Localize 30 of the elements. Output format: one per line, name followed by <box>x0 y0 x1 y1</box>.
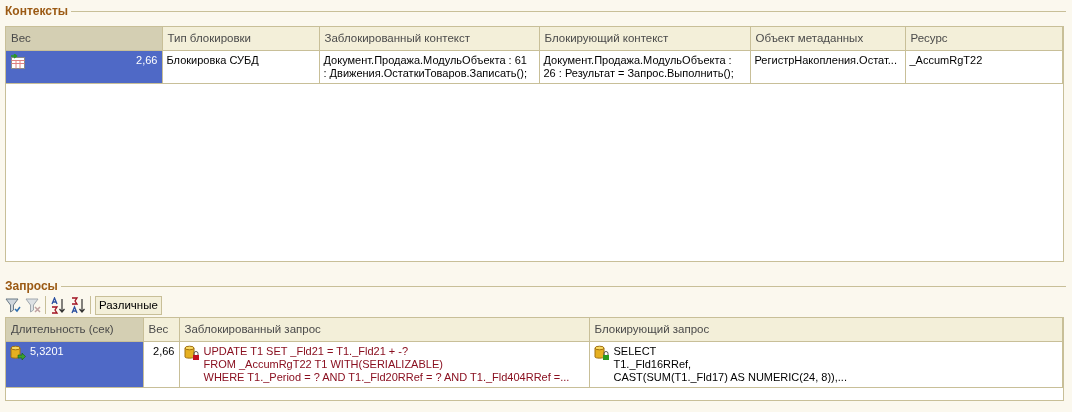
table-cell: 2,66 <box>153 345 175 359</box>
table-cell: Документ.Продажа.МодульОбъекта : 61 : Движения.ОстаткиТоваров.Записать(); <box>323 54 527 81</box>
column-header: Блокирующий запрос <box>589 318 1063 342</box>
column-header: Длительность (сек) <box>6 318 143 342</box>
column-header: Заблокированный контекст <box>319 27 539 51</box>
column-header: Заблокированный запрос <box>179 318 589 342</box>
column-header: Объект метаданных <box>750 27 905 51</box>
distinct-button[interactable]: Различные <box>95 295 162 315</box>
table-cell: 2,66 <box>136 54 158 68</box>
column-header: Тип блокировки <box>162 27 319 51</box>
sort-descending-icon[interactable] <box>70 296 86 314</box>
database-lock-icon <box>183 345 200 362</box>
column-header: Вес <box>143 318 179 342</box>
sort-ascending-icon[interactable] <box>50 296 66 314</box>
table-cell: SELECT T1._Fld16RRef, CAST(SUM(T1._Fld17) AS NUMERIC(24, 8)),... <box>613 345 847 385</box>
filter-icon[interactable] <box>5 297 21 313</box>
column-header: Ресурс <box>905 27 1063 51</box>
column-header: Вес <box>6 27 162 51</box>
table-cell: РегистрНакопления.Остат... <box>754 54 897 68</box>
database-lock-icon <box>593 345 610 362</box>
table-cell: Документ.Продажа.МодульОбъекта : 26 : Результат = Запрос.Выполнить(); <box>543 54 734 81</box>
table-cell: _AccumRgT22 <box>909 54 983 68</box>
database-arrow-icon <box>10 345 26 362</box>
table-cell: UPDATE T1 SET _Fld21 = T1._Fld21 + -? FROM _AccumRgT22 T1 WITH(SERIALIZABLE) WHERE T1._Period = ? AND T1._Fld20RRef = ? AND T1._Fld404RRef =... <box>203 345 570 385</box>
section-title: Запросы <box>5 279 58 293</box>
table-icon <box>10 54 26 71</box>
table-cell: 5,3201 <box>30 345 64 359</box>
table-cell: Блокировка СУБД <box>166 54 259 68</box>
column-header: Блокирующий контекст <box>539 27 750 51</box>
section-title: Контексты <box>5 4 69 18</box>
